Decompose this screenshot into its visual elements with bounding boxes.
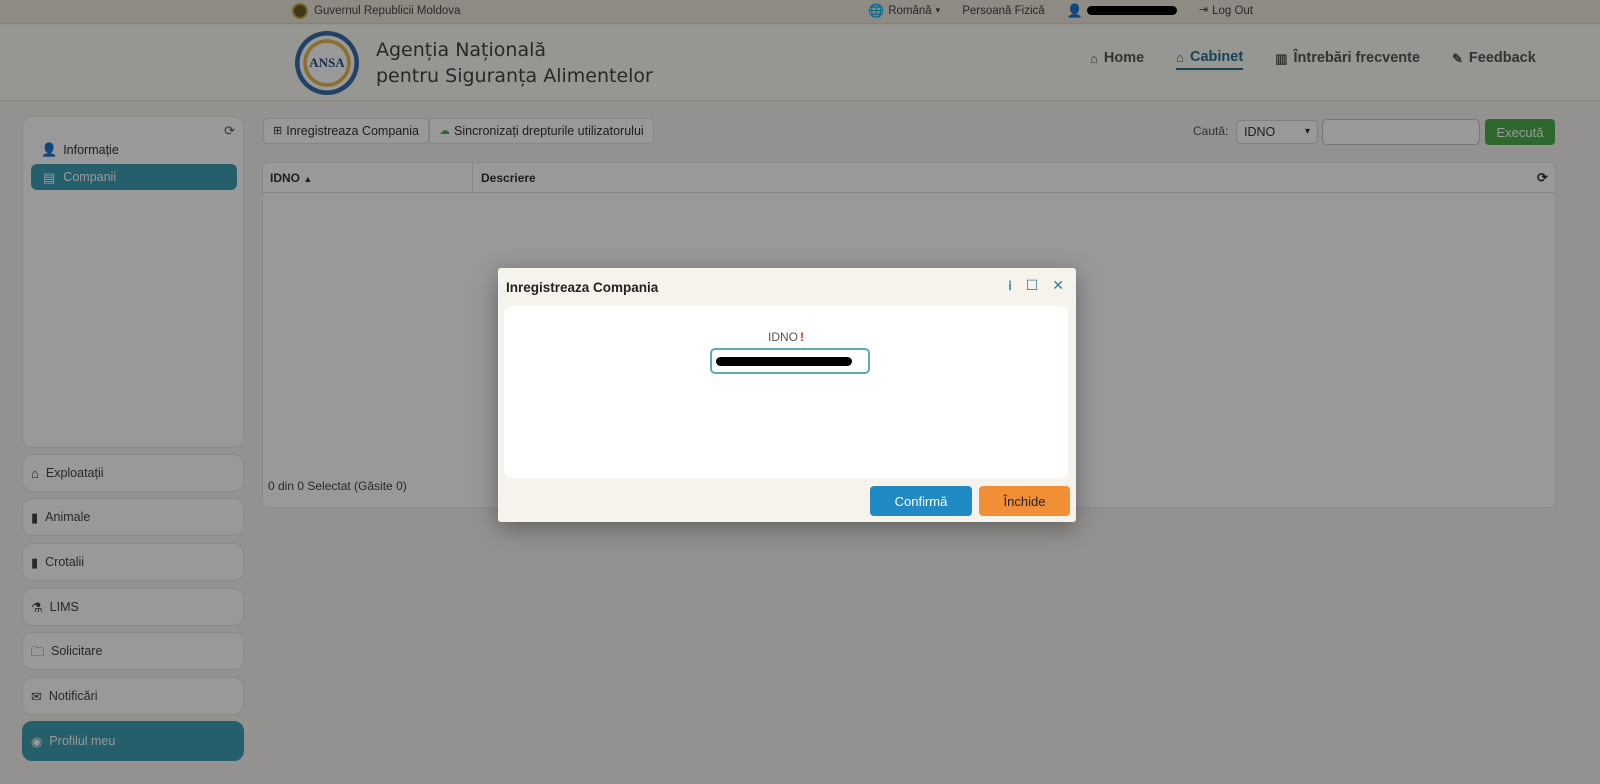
idno-value-redacted — [716, 356, 852, 366]
close-button[interactable]: Închide — [979, 486, 1070, 516]
dialog-controls: ⅰ ☐ ✕ — [1008, 277, 1064, 294]
required-icon: ! — [800, 330, 804, 344]
dialog-title: Inregistreaza Compania — [506, 280, 659, 295]
dialog-body: IDNO! — [504, 306, 1068, 478]
close-icon[interactable]: ✕ — [1052, 277, 1064, 294]
register-company-dialog: Inregistreaza Compania ⅰ ☐ ✕ IDNO! Confi… — [498, 268, 1076, 522]
idno-label: IDNO — [768, 330, 798, 344]
maximize-icon[interactable]: ☐ — [1026, 277, 1039, 294]
info-icon[interactable]: ⅰ — [1008, 279, 1011, 293]
idno-input[interactable] — [710, 348, 870, 374]
confirm-button[interactable]: Confirmă — [870, 486, 972, 516]
idno-field-label: IDNO! — [504, 330, 1068, 344]
